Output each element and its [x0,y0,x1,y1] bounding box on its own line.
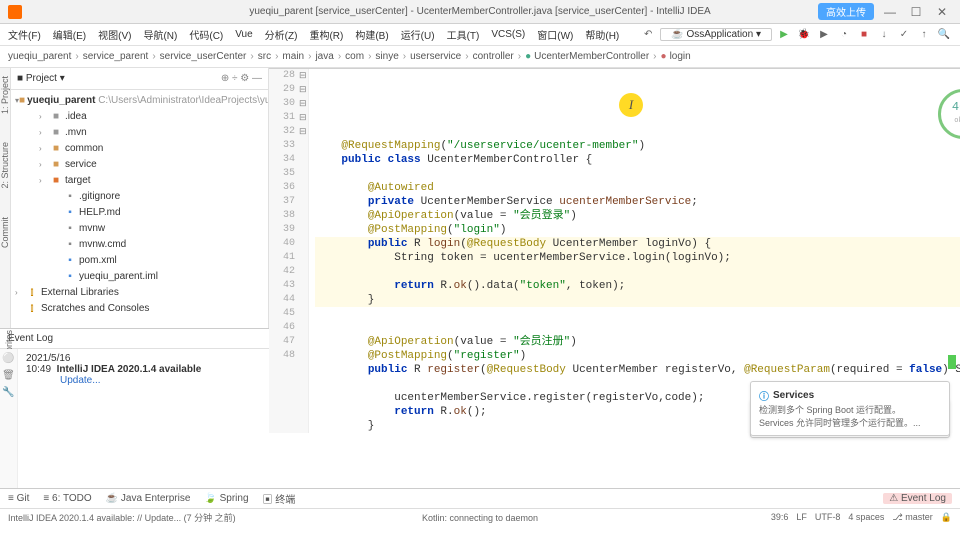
tree-item[interactable]: ▪yueqiu_parent.iml [11,268,268,284]
event-log-content: 2021/5/16 10:49 IntelliJ IDEA 2020.1.4 a… [18,349,960,488]
tree-item[interactable]: ›■.mvn [11,124,268,140]
tab-git[interactable]: ≡ Git [8,493,29,504]
tree-item[interactable]: ›■common [11,140,268,156]
bottom-toolbar: ≡ Git ≡ 6: TODO ☕ Java Enterprise 🍃 Spri… [0,488,960,508]
tree-item[interactable]: ▪.gitignore [11,188,268,204]
run-config-select[interactable]: ☕ OssApplication ▾ [660,28,772,41]
menu-window[interactable]: 窗口(W) [537,27,573,42]
maximize-button[interactable]: ☐ [906,5,926,19]
tree-item[interactable]: ▪HELP.md [11,204,268,220]
trash-icon[interactable]: 🗑 [2,370,15,381]
tab-structure[interactable]: 2: Structure [0,138,10,193]
titlebar: yueqiu_parent [service_userCenter] - Uce… [0,0,960,24]
crumb[interactable]: service_parent [83,51,156,62]
editor: ●UcenterMemberController.java×●StudyCour… [269,68,960,328]
lock-icon[interactable]: 🔒 [941,512,952,523]
tab-spring[interactable]: 🍃 Spring [204,493,248,504]
tab-commit[interactable]: Commit [0,213,10,252]
menu-code[interactable]: 代码(C) [189,27,223,42]
tree-item[interactable]: ▪mvnw [11,220,268,236]
tree-item[interactable]: ▪pom.xml [11,252,268,268]
status-branch[interactable]: ⎇ master [892,512,932,523]
breadcrumb: yueqiu_parent service_parent service_use… [0,46,960,68]
menu-tools[interactable]: 工具(T) [447,27,480,42]
debug-icon[interactable]: 🐞 [796,29,812,40]
menu-analyze[interactable]: 分析(Z) [265,27,298,42]
tree-item[interactable]: ›■target [11,172,268,188]
crumb[interactable]: userservice [410,51,468,62]
menu-build[interactable]: 构建(B) [355,27,388,42]
status-bar: IntelliJ IDEA 2020.1.4 available: // Upd… [0,508,960,526]
git-push-icon[interactable]: ↑ [916,29,932,40]
text-cursor-highlight: I [619,93,643,117]
progress-ring: 46%ok/s [938,89,960,139]
menu-help[interactable]: 帮助(H) [585,27,619,42]
menu-view[interactable]: 视图(V) [98,27,131,42]
wrench-icon[interactable]: 🔧 [2,387,14,398]
event-log-panel: Event Log ⚙ — ⚪ 🗑 🔧 2021/5/16 10:49 Inte… [0,328,960,488]
status-left: IntelliJ IDEA 2020.1.4 available: // Upd… [8,511,236,524]
crumb-method[interactable]: login [661,51,695,62]
menu-vue[interactable]: Vue [235,29,252,40]
stop-icon[interactable]: ■ [856,29,872,40]
tab-project[interactable]: 1: Project [0,72,10,118]
status-indent[interactable]: 4 spaces [848,512,884,523]
update-link[interactable]: Update... [60,375,101,386]
tab-todo[interactable]: ≡ 6: TODO [43,493,91,504]
close-button[interactable]: ✕ [932,5,952,19]
project-tree[interactable]: ▾■yueqiu_parent C:\Users\Administrator\I… [11,90,268,328]
event-log-button[interactable]: ⚠ Event Log [883,493,952,504]
run-icon[interactable]: ▶ [776,29,792,40]
status-caret[interactable]: 39:6 [771,512,789,523]
menu-run[interactable]: 运行(U) [401,27,435,42]
cloud-upload-button[interactable]: 高效上传 [818,3,874,20]
search-icon[interactable]: 🔍 [936,29,952,40]
crumb-class[interactable]: UcenterMemberController [525,51,656,62]
menu-edit[interactable]: 编辑(E) [53,27,86,42]
git-commit-icon[interactable]: ✓ [896,29,912,40]
tab-terminal[interactable]: ▣ 终端 [263,491,296,506]
project-panel: ■ Project ▾ ⊕ ÷ ⚙ — ▾■yueqiu_parent C:\U… [11,68,269,328]
menu-vcs[interactable]: VCS(S) [491,29,525,40]
crumb[interactable]: service_userCenter [160,51,254,62]
tree-item[interactable]: ›■service [11,156,268,172]
info-icon: ⓘ [759,388,769,403]
back-icon[interactable]: ↶ [640,29,656,40]
app-logo-icon [8,5,22,19]
project-panel-title: ■ Project ▾ [17,73,65,84]
crumb[interactable]: yueqiu_parent [8,51,79,62]
tree-item[interactable]: ›■.idea [11,108,268,124]
crumb[interactable]: com [345,51,371,62]
crumb[interactable]: controller [473,51,521,62]
status-indicator [948,355,956,369]
project-toolbar[interactable]: ⊕ ÷ ⚙ — [221,73,262,84]
left-tool-strip: 1: Project 2: Structure Commit [0,68,11,328]
crumb[interactable]: sinye [375,51,406,62]
notification-services[interactable]: ⓘServices 检测到多个 Spring Boot 运行配置。 Servic… [750,381,950,436]
git-update-icon[interactable]: ↓ [876,29,892,40]
minimize-button[interactable]: — [880,5,900,19]
menu-refactor[interactable]: 重构(R) [309,27,343,42]
filter-icon[interactable]: ⚪ [2,353,14,364]
menubar: 文件(F) 编辑(E) 视图(V) 导航(N) 代码(C) Vue 分析(Z) … [0,24,960,46]
status-encoding[interactable]: UTF-8 [815,512,841,523]
tab-java-enterprise[interactable]: ☕ Java Enterprise [106,493,191,504]
crumb[interactable]: main [282,51,311,62]
status-center: Kotlin: connecting to daemon [422,513,538,523]
window-title: yueqiu_parent [service_userCenter] - Uce… [249,6,710,17]
crumb[interactable]: java [315,51,341,62]
status-eol[interactable]: LF [796,512,807,523]
crumb[interactable]: src [258,51,279,62]
tree-item[interactable]: ▪mvnw.cmd [11,236,268,252]
menu-file[interactable]: 文件(F) [8,27,41,42]
profile-icon[interactable]: ◔ [836,29,852,40]
menu-navigate[interactable]: 导航(N) [143,27,177,42]
coverage-icon[interactable]: ▶ [816,29,832,40]
